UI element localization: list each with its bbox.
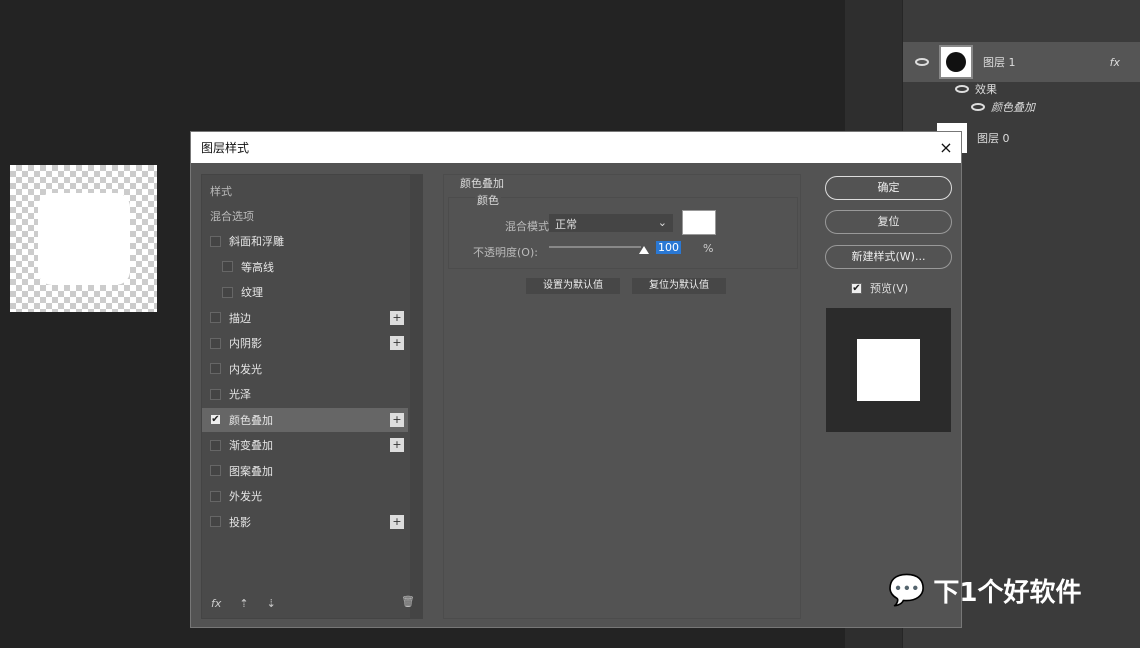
style-item-label: 投影 — [229, 515, 251, 529]
style-item-label: 纹理 — [241, 286, 263, 299]
style-item[interactable]: 内发光 — [202, 357, 408, 381]
group-label: 颜色 — [475, 192, 501, 208]
style-item[interactable]: 内阴影 + — [202, 331, 408, 355]
fx-icon[interactable]: fx — [1110, 56, 1120, 69]
opacity-unit: % — [703, 242, 714, 255]
color-group: 颜色 混合模式: 正常 ⌄ 不透明度(O): 100 % — [448, 192, 798, 269]
style-item-label: 颜色叠加 — [229, 413, 273, 427]
watermark-text: 下1个好软件 — [933, 578, 1082, 608]
style-item-label: 内阴影 — [229, 337, 262, 350]
add-icon[interactable]: + — [390, 438, 404, 452]
checkbox-icon[interactable] — [210, 490, 221, 502]
visibility-eye-icon[interactable] — [971, 103, 985, 111]
effect-item-label: 颜色叠加 — [991, 101, 1035, 114]
add-icon[interactable]: + — [390, 336, 404, 350]
checkbox-icon[interactable] — [210, 363, 221, 374]
add-icon[interactable]: + — [390, 514, 404, 529]
add-icon[interactable]: + — [390, 412, 404, 427]
styles-scrollbar[interactable] — [411, 174, 423, 619]
move-down-icon[interactable]: ⇣ — [267, 597, 276, 610]
visibility-eye-icon[interactable] — [955, 85, 969, 93]
opacity-label: 不透明度(O): — [473, 246, 538, 259]
layer-thumbnail — [939, 45, 973, 79]
dialog-title: 图层样式 — [201, 141, 250, 155]
style-item-label: 图案叠加 — [229, 464, 273, 478]
styles-toolbar: fx ⇡ ⇣ — [211, 597, 276, 610]
blending-options[interactable]: 混合选项 — [202, 204, 408, 228]
blend-mode-value: 正常 — [555, 218, 577, 231]
style-item-label: 等高线 — [241, 260, 274, 274]
chevron-down-icon: ⌄ — [657, 216, 667, 229]
style-item-label: 外发光 — [229, 490, 262, 503]
style-item-label: 斜面和浮雕 — [229, 235, 284, 248]
style-item-label: 描边 — [229, 311, 251, 325]
style-item-label: 渐变叠加 — [229, 439, 273, 452]
style-item[interactable]: 等高线 — [202, 255, 408, 279]
style-item-label: 内发光 — [229, 362, 262, 376]
reset-default-button[interactable]: 复位为默认值 — [632, 278, 726, 294]
section-title: 颜色叠加 — [460, 177, 504, 190]
checkbox-icon[interactable] — [210, 235, 221, 247]
effect-item-row[interactable]: 颜色叠加 — [903, 98, 1140, 116]
add-icon[interactable]: + — [390, 310, 404, 325]
slider-handle[interactable] — [639, 246, 649, 254]
style-item[interactable]: 图案叠加 — [202, 459, 408, 483]
checkbox-checked-icon[interactable]: ✔ — [210, 414, 221, 425]
style-item[interactable]: 外发光 — [202, 484, 408, 508]
checkbox-icon[interactable] — [210, 312, 221, 323]
style-item[interactable]: 描边 + — [202, 306, 408, 330]
style-item[interactable]: 投影 + — [202, 510, 408, 534]
opacity-input[interactable]: 100 — [656, 241, 681, 254]
preview-thumbnail — [826, 308, 951, 432]
checkbox-icon[interactable] — [210, 388, 221, 400]
new-style-button[interactable]: 新建样式(W)... — [825, 245, 952, 269]
style-item[interactable]: 斜面和浮雕 — [202, 229, 408, 253]
checkbox-icon[interactable] — [210, 439, 221, 451]
fx-icon[interactable]: fx — [211, 597, 221, 610]
style-item[interactable]: 渐变叠加 + — [202, 433, 408, 457]
preview-checkbox[interactable]: ✔ 预览(V) — [851, 280, 908, 296]
style-item[interactable]: ✔ 颜色叠加 + — [202, 407, 408, 432]
close-icon[interactable]: × — [931, 138, 961, 157]
checkbox-icon[interactable] — [222, 286, 233, 298]
canvas-document — [10, 165, 157, 312]
blend-mode-label: 混合模式: — [505, 220, 553, 233]
opacity-slider[interactable] — [549, 246, 641, 248]
effects-row[interactable]: 效果 — [903, 80, 1140, 98]
dialog-titlebar: 图层样式 × — [191, 132, 961, 163]
color-swatch[interactable] — [682, 210, 716, 235]
wechat-icon: 💬 — [888, 573, 926, 608]
layer-row-1[interactable]: 图层 1 fx — [903, 42, 1140, 82]
visibility-eye-icon[interactable] — [915, 58, 929, 66]
watermark: 💬 下1个好软件 — [888, 572, 1081, 609]
preview-label: 预览(V) — [870, 282, 909, 295]
trash-icon[interactable]: 🗑 — [401, 595, 415, 608]
layer-style-dialog: 图层样式 × 样式混合选项斜面和浮雕等高线纹理描边 + 内阴影 + 内发光光泽 ✔ 颜色叠加 +… — [190, 131, 962, 628]
checkbox-icon[interactable] — [210, 337, 221, 349]
style-item-label: 光泽 — [229, 388, 251, 401]
style-item[interactable]: 纹理 — [202, 280, 408, 304]
styles-list: 样式混合选项斜面和浮雕等高线纹理描边 + 内阴影 + 内发光光泽 ✔ 颜色叠加 + 渐变叠加 + 图… — [201, 174, 411, 619]
layer-name: 图层 1 — [983, 56, 1016, 69]
color-overlay-panel: 颜色叠加 颜色 混合模式: 正常 ⌄ 不透明度(O): 100 % 设置为默认值 … — [443, 174, 801, 619]
style-item[interactable]: 光泽 — [202, 382, 408, 406]
checkbox-icon[interactable] — [222, 261, 233, 272]
checkbox-icon[interactable] — [210, 465, 221, 476]
layer-name: 图层 0 — [977, 132, 1010, 145]
checkbox-icon[interactable] — [210, 516, 221, 527]
styles-header: 样式 — [210, 185, 232, 198]
set-default-button[interactable]: 设置为默认值 — [526, 278, 620, 294]
reset-button[interactable]: 复位 — [825, 210, 952, 234]
layer-artwork — [38, 193, 130, 285]
effects-label: 效果 — [975, 83, 997, 96]
ok-button[interactable]: 确定 — [825, 176, 952, 200]
move-up-icon[interactable]: ⇡ — [239, 597, 248, 610]
checkbox-checked-icon[interactable]: ✔ — [851, 282, 862, 294]
blend-mode-select[interactable]: 正常 ⌄ — [549, 214, 673, 232]
